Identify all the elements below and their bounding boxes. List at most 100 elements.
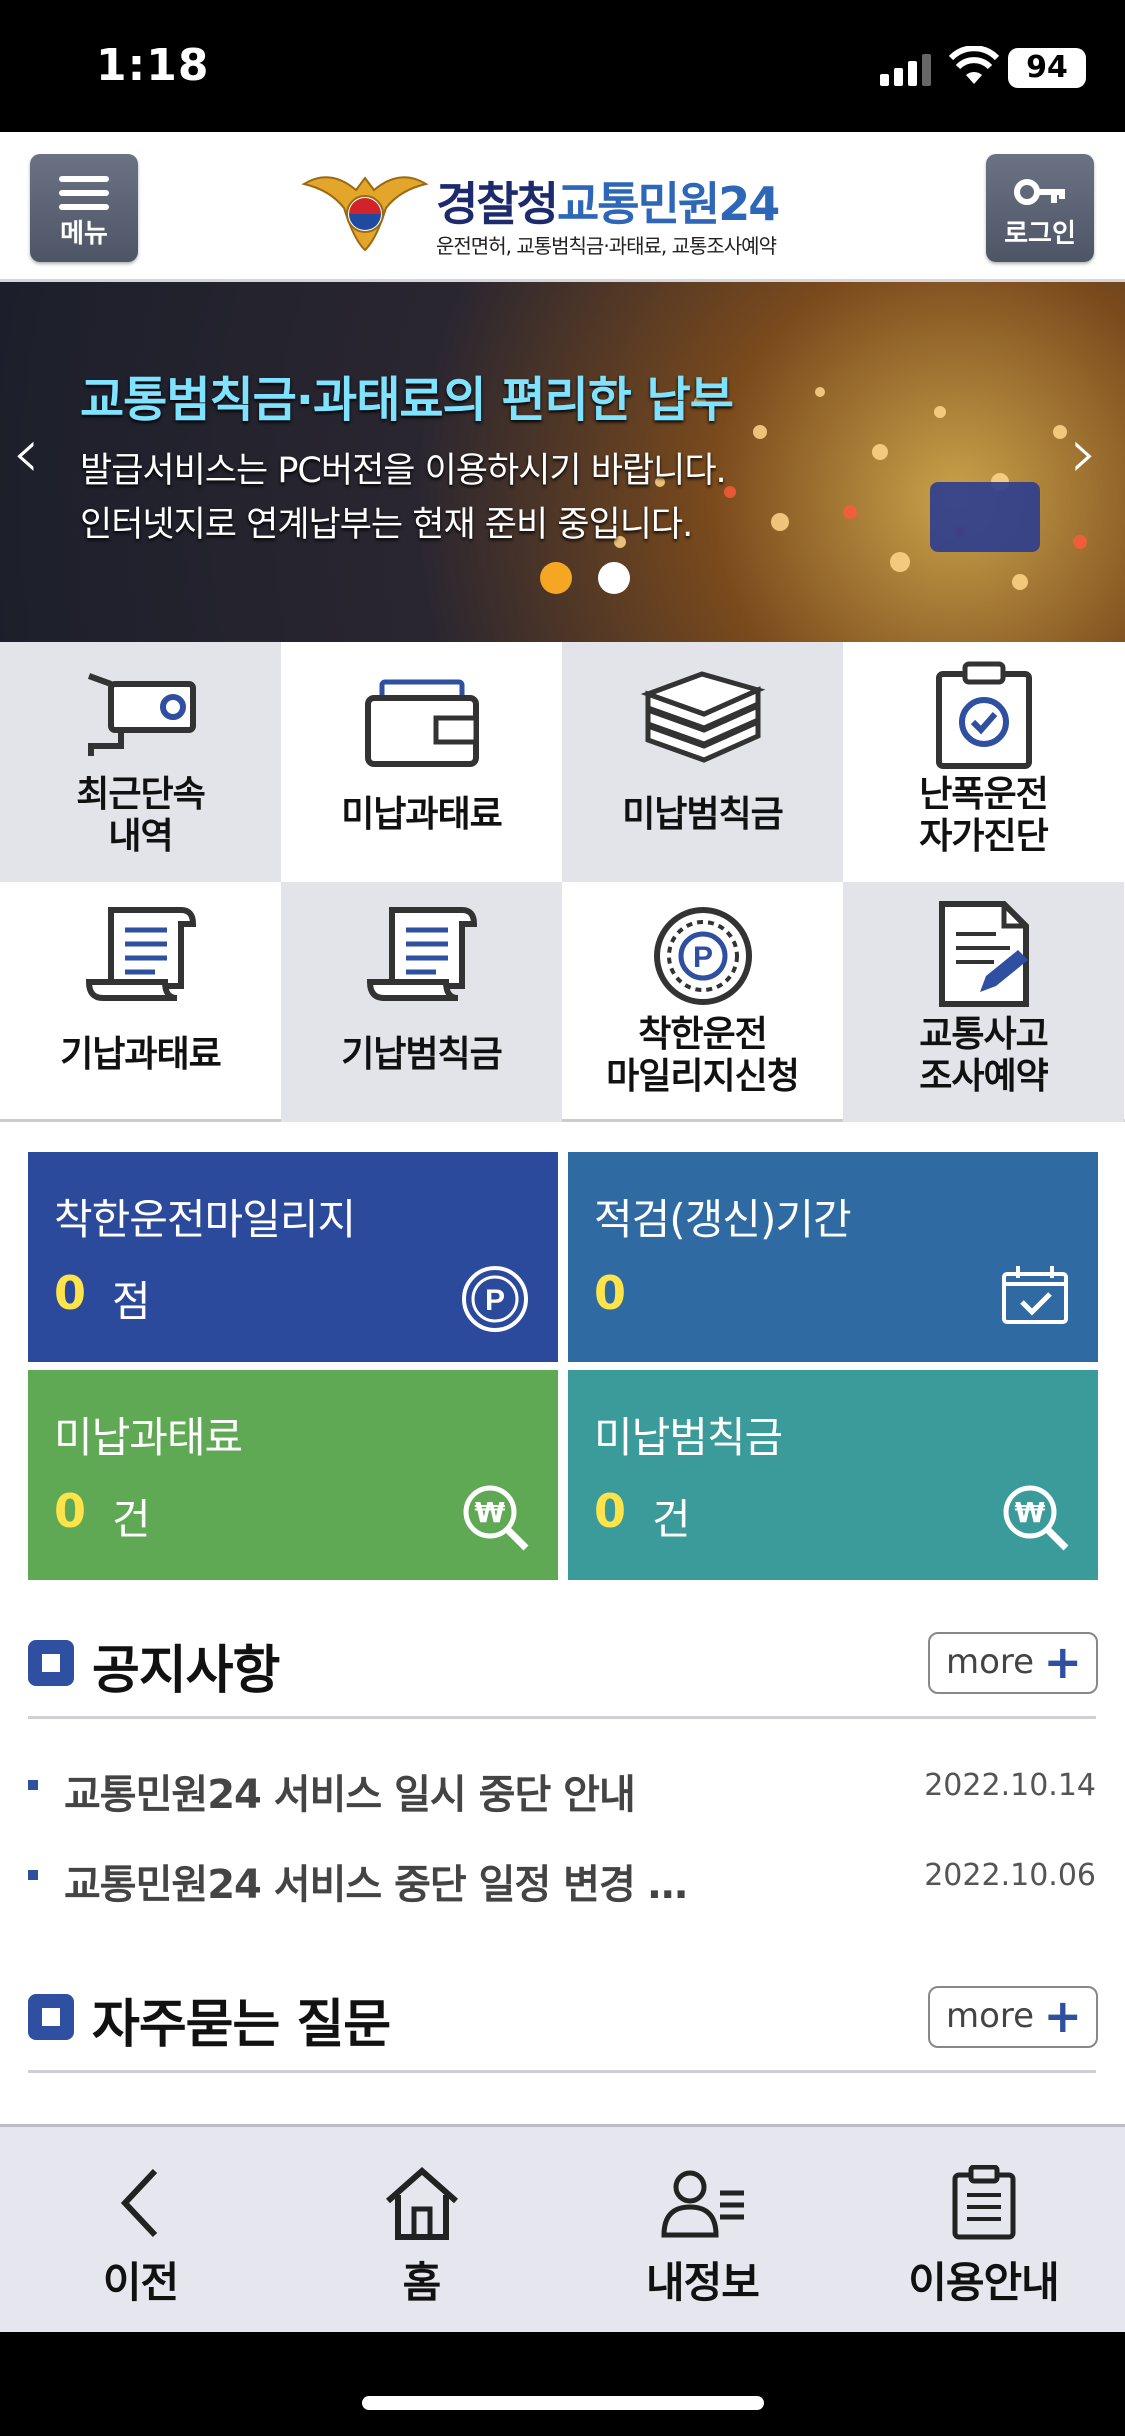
won-search-icon: ₩ <box>1003 1485 1069 1551</box>
plus-icon: + <box>1043 1989 1082 2043</box>
tab-guide[interactable]: 이용안내 <box>843 2127 1124 2335</box>
menu-paid-penalties[interactable]: 기납범칙금 <box>281 882 562 1122</box>
svg-text:P: P <box>692 941 712 974</box>
tile-unpaid-penalties[interactable]: 미납범칙금 0 건 ₩ <box>568 1370 1098 1580</box>
battery-indicator: 94 <box>1008 48 1086 88</box>
menu-label: 최근단속 내역 <box>76 774 205 857</box>
tile-driving-mileage[interactable]: 착한운전마일리지 0 점 P <box>28 1152 558 1362</box>
app-header: 메뉴 경찰청교통민원24 운전면허, 교통범칙금·과태료, 교통조사예약 로그인 <box>0 132 1125 282</box>
money-stack-icon <box>640 671 765 763</box>
back-chevron-icon <box>120 2168 157 2238</box>
menu-unpaid-fines[interactable]: 미납과태료 <box>281 642 562 882</box>
tile-inspection-period[interactable]: 적검(갱신)기간 0 <box>568 1152 1098 1362</box>
section-bullet-icon <box>28 1640 74 1686</box>
clipboard-check-icon <box>935 661 1032 769</box>
tab-label: 홈 <box>402 2258 442 2307</box>
banner-next-arrow-icon[interactable]: › <box>1070 412 1098 494</box>
faq-more-button[interactable]: more + <box>928 1986 1098 2048</box>
document-pen-icon <box>938 901 1029 1007</box>
police-emblem-icon <box>301 176 429 252</box>
section-title: 공지사항 <box>92 1641 280 1701</box>
home-icon <box>385 2166 458 2240</box>
section-bullet-icon <box>28 1994 74 2040</box>
tile-unpaid-fines[interactable]: 미납과태료 0 건 ₩ <box>28 1370 558 1580</box>
won-search-icon: ₩ <box>463 1485 529 1551</box>
bullet-icon <box>28 1870 38 1880</box>
tile-title: 착한운전마일리지 <box>54 1195 356 1244</box>
tile-unit: 건 <box>652 1495 691 1544</box>
menu-label: 착한운전 마일리지신청 <box>606 1014 800 1097</box>
logo-subtitle: 운전면허, 교통범칙금·과태료, 교통조사예약 <box>436 234 777 258</box>
notice-title: 교통민원24 서비스 중단 일정 변경 … <box>64 1862 688 1908</box>
service-menu-grid: 최근단속 내역 미납과태료 미납범칙금 난폭운전 자가진단 기납과태료 기납범칙… <box>0 642 1125 1122</box>
menu-label: 난폭운전 자가진단 <box>919 774 1048 857</box>
tile-title: 적검(갱신)기간 <box>594 1195 852 1244</box>
police-logo[interactable]: 경찰청교통민원24 운전면허, 교통범칙금·과태료, 교통조사예약 <box>300 160 830 260</box>
notice-item[interactable]: 교통민원24 서비스 중단 일정 변경 … 2022.10.06 <box>28 1844 1096 1908</box>
login-label: 로그인 <box>1004 219 1076 249</box>
logo-title: 경찰청교통민원24 <box>436 177 780 231</box>
menu-button[interactable]: 메뉴 <box>30 154 138 262</box>
section-title: 자주묻는 질문 <box>92 1995 391 2055</box>
svg-text:P: P <box>485 1284 505 1317</box>
menu-label: 메뉴 <box>60 219 108 249</box>
home-indicator-bar <box>0 2332 1125 2436</box>
banner-dot-2[interactable] <box>598 562 630 594</box>
notice-section-header: 공지사항 more + <box>28 1614 1098 1704</box>
hamburger-icon <box>59 176 109 210</box>
tab-label: 이전 <box>102 2258 179 2307</box>
camera-icon <box>87 673 196 756</box>
svg-text:₩: ₩ <box>1015 1496 1046 1529</box>
cellular-signal-icon <box>880 54 931 86</box>
menu-label: 교통사고 조사예약 <box>919 1014 1048 1097</box>
menu-paid-fines[interactable]: 기납과태료 <box>0 882 281 1122</box>
status-bar: 1:18 94 <box>0 0 1125 132</box>
menu-recent-violations[interactable]: 최근단속 내역 <box>0 642 281 882</box>
tile-value: 0 <box>594 1266 627 1320</box>
tab-back[interactable]: 이전 <box>0 2127 281 2335</box>
tile-unit: 건 <box>112 1495 151 1544</box>
banner-headline: 교통범칙금·과태료의 편리한 납부 <box>80 372 734 428</box>
tab-home[interactable]: 홈 <box>281 2127 562 2335</box>
banner-prev-arrow-icon[interactable]: ‹ <box>12 412 40 494</box>
bullet-icon <box>28 1780 38 1790</box>
banner-dot-1[interactable] <box>540 562 572 594</box>
home-indicator[interactable] <box>362 2396 764 2410</box>
tile-title: 미납과태료 <box>54 1413 243 1462</box>
parking-coin-icon: P <box>653 907 752 1005</box>
menu-unpaid-penalties[interactable]: 미납범칙금 <box>562 642 843 882</box>
mileage-p-icon: P <box>462 1266 528 1332</box>
promo-banner[interactable]: 교통범칙금·과태료의 편리한 납부 발급서비스는 PC버전을 이용하시기 바랍니… <box>0 282 1125 642</box>
tab-my-info[interactable]: 내정보 <box>562 2127 843 2335</box>
tab-label: 내정보 <box>646 2258 760 2307</box>
divider <box>28 2070 1096 2073</box>
faq-section-header: 자주묻는 질문 more + <box>28 1968 1098 2058</box>
menu-label: 기납범칙금 <box>341 1034 503 1075</box>
notice-more-button[interactable]: more + <box>928 1632 1098 1694</box>
banner-line-2: 인터넷지로 연계납부는 현재 준비 중입니다. <box>80 505 693 545</box>
notice-item[interactable]: 교통민원24 서비스 일시 중단 안내 2022.10.14 <box>28 1754 1096 1818</box>
divider <box>28 1716 1096 1719</box>
scroll-icon <box>366 907 477 1001</box>
status-time: 1:18 <box>96 40 210 91</box>
calendar-check-icon <box>1002 1266 1068 1324</box>
wifi-icon <box>948 46 1000 84</box>
tab-label: 이용안내 <box>908 2258 1060 2307</box>
notice-date: 2022.10.14 <box>924 1768 1096 1803</box>
menu-label: 기납과태료 <box>60 1034 222 1075</box>
menu-accident-reservation[interactable]: 교통사고 조사예약 <box>843 882 1124 1122</box>
menu-label: 미납과태료 <box>341 794 503 835</box>
menu-mileage-apply[interactable]: P 착한운전 마일리지신청 <box>562 882 843 1122</box>
svg-text:₩: ₩ <box>475 1496 506 1529</box>
plus-icon: + <box>1043 1635 1082 1689</box>
tile-unit: 점 <box>112 1277 151 1326</box>
menu-label: 미납범칙금 <box>622 794 784 835</box>
banner-line-1: 발급서비스는 PC버전을 이용하시기 바랍니다. <box>80 451 727 491</box>
notice-title: 교통민원24 서비스 일시 중단 안내 <box>64 1772 636 1818</box>
clipboard-icon <box>952 2165 1015 2240</box>
key-icon <box>1014 179 1065 205</box>
menu-reckless-driving-check[interactable]: 난폭운전 자가진단 <box>843 642 1124 882</box>
bottom-tab-bar: 이전 홈 내정보 이용안내 <box>0 2124 1125 2332</box>
login-button[interactable]: 로그인 <box>986 154 1094 262</box>
tile-value: 0 <box>54 1266 87 1320</box>
